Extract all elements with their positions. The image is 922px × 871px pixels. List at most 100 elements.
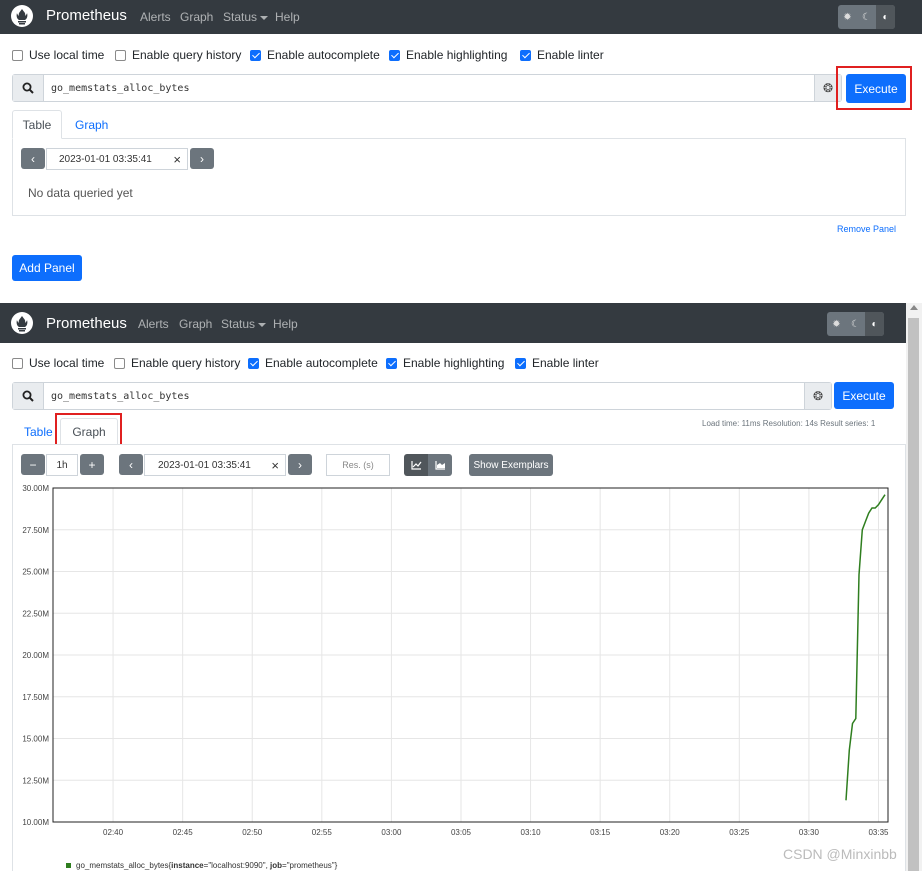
nav-alerts[interactable]: Alerts xyxy=(138,317,169,331)
x-tick-label: 03:15 xyxy=(590,828,611,837)
enable-autocomplete-checkbox[interactable]: Enable autocomplete xyxy=(250,48,380,62)
legend-metric: go_memstats_alloc_bytes{ xyxy=(76,861,172,870)
legend-suffix: } xyxy=(334,861,338,870)
checkbox-label: Enable query history xyxy=(132,48,242,62)
clear-icon[interactable]: × xyxy=(173,152,181,167)
execute-button[interactable]: Execute xyxy=(834,382,894,409)
checkbox-box[interactable] xyxy=(248,357,259,369)
brand-title[interactable]: Prometheus xyxy=(46,315,127,332)
sun-icon[interactable]: ✹ xyxy=(838,5,857,29)
expression-input-group: go_memstats_alloc_bytes ❂ xyxy=(12,382,832,410)
use-local-time-checkbox[interactable]: Use local time xyxy=(12,48,104,62)
nav-status[interactable]: Status xyxy=(223,10,269,24)
next-time-button[interactable]: › xyxy=(190,148,214,169)
range-input[interactable]: 1h xyxy=(46,454,78,476)
tab-table[interactable]: Table xyxy=(24,425,53,439)
contrast-icon[interactable]: ◐ xyxy=(876,5,895,29)
nav-graph[interactable]: Graph xyxy=(180,10,213,24)
plus-icon: + xyxy=(88,457,96,472)
checkbox-label: Use local time xyxy=(29,356,105,370)
checkbox-box[interactable] xyxy=(389,49,400,61)
checkbox-box[interactable] xyxy=(520,49,531,61)
x-tick-label: 03:35 xyxy=(868,828,889,837)
x-tick-label: 03:30 xyxy=(799,828,820,837)
no-data-message: No data queried yet xyxy=(28,186,133,200)
next-time-button[interactable]: › xyxy=(288,454,312,475)
y-tick-label: 20.00M xyxy=(22,651,49,660)
enable-autocomplete-checkbox[interactable]: Enable autocomplete xyxy=(248,356,378,370)
search-icon xyxy=(13,75,44,101)
y-tick-label: 22.50M xyxy=(22,609,49,618)
enable-linter-checkbox[interactable]: Enable linter xyxy=(520,48,604,62)
decrease-range-button[interactable]: − xyxy=(21,454,45,475)
checkbox-box[interactable] xyxy=(114,357,125,369)
checkbox-box[interactable] xyxy=(115,49,126,61)
checkbox-label: Enable highlighting xyxy=(403,356,505,370)
prometheus-logo-icon[interactable] xyxy=(11,5,33,27)
moon-icon[interactable]: ☾ xyxy=(857,5,876,29)
moon-icon[interactable]: ☾ xyxy=(846,312,865,336)
series-line[interactable] xyxy=(845,494,886,801)
nav-help[interactable]: Help xyxy=(275,10,300,24)
nav-alerts[interactable]: Alerts xyxy=(140,10,171,24)
y-tick-label: 30.00M xyxy=(22,484,49,493)
expression-input[interactable]: go_memstats_alloc_bytes xyxy=(51,83,189,94)
theme-toggle-group: ✹ ☾ ◐ xyxy=(838,5,895,29)
increase-range-button[interactable]: + xyxy=(80,454,104,475)
datetime-value: 2023-01-01 03:35:41 xyxy=(59,153,152,165)
checkbox-box[interactable] xyxy=(515,357,526,369)
use-local-time-checkbox[interactable]: Use local time xyxy=(12,356,104,370)
resolution-input[interactable]: Res. (s) xyxy=(326,454,390,476)
remove-panel-link[interactable]: Remove Panel xyxy=(837,224,896,234)
range-value: 1h xyxy=(56,459,68,471)
highlight-box xyxy=(836,66,912,110)
x-tick-label: 03:10 xyxy=(521,828,542,837)
line-chart-icon[interactable] xyxy=(404,454,428,476)
y-tick-label: 17.50M xyxy=(22,693,49,702)
enable-highlighting-checkbox[interactable]: Enable highlighting xyxy=(389,48,507,62)
nav-status-label: Status xyxy=(223,10,258,24)
clear-icon[interactable]: × xyxy=(271,458,279,473)
checkbox-box[interactable] xyxy=(12,357,23,369)
metrics-explorer-icon[interactable]: ❂ xyxy=(804,383,831,409)
nav-help[interactable]: Help xyxy=(273,317,298,331)
x-tick-label: 03:00 xyxy=(381,828,402,837)
legend-label-key: job xyxy=(270,861,283,870)
tab-table[interactable]: Table xyxy=(12,110,62,139)
legend-label-key: instance xyxy=(171,861,204,870)
query-stats: Load time: 11ms Resolution: 14s Result s… xyxy=(702,419,876,428)
datetime-input[interactable]: 2023-01-01 03:35:41 × xyxy=(46,148,188,170)
enable-query-history-checkbox[interactable]: Enable query history xyxy=(114,356,240,370)
chevron-down-icon xyxy=(258,322,267,327)
prometheus-logo-icon[interactable] xyxy=(11,312,33,334)
sun-icon[interactable]: ✹ xyxy=(827,312,846,336)
x-tick-label: 02:45 xyxy=(173,828,194,837)
graph-chart[interactable]: 10.00M 12.50M 15.00M 17.50M 20.00M 22.50M 25.0… xyxy=(12,480,906,845)
scrollbar-thumb[interactable] xyxy=(908,318,919,871)
scroll-up-icon[interactable] xyxy=(910,305,918,310)
checkbox-label: Enable query history xyxy=(131,356,241,370)
legend-item[interactable]: go_memstats_alloc_bytes{instance = "localh… xyxy=(66,861,337,870)
nav-status[interactable]: Status xyxy=(221,317,267,331)
chart-type-toggle xyxy=(404,454,452,476)
datetime-input[interactable]: 2023-01-01 03:35:41 × xyxy=(144,454,286,476)
stacked-chart-icon[interactable] xyxy=(428,454,452,476)
prev-time-button[interactable]: ‹ xyxy=(21,148,45,169)
enable-highlighting-checkbox[interactable]: Enable highlighting xyxy=(386,356,504,370)
contrast-icon[interactable]: ◐ xyxy=(865,312,884,336)
prev-time-button[interactable]: ‹ xyxy=(119,454,143,475)
brand-title[interactable]: Prometheus xyxy=(46,7,127,24)
enable-query-history-checkbox[interactable]: Enable query history xyxy=(115,48,241,62)
nav-status-label: Status xyxy=(221,317,256,331)
enable-linter-checkbox[interactable]: Enable linter xyxy=(515,356,599,370)
expression-input[interactable]: go_memstats_alloc_bytes xyxy=(51,391,189,402)
tab-graph[interactable]: Graph xyxy=(75,118,108,132)
chevron-down-icon xyxy=(260,15,269,20)
nav-graph[interactable]: Graph xyxy=(179,317,212,331)
navbar-bottom: Prometheus Alerts Graph Status Help ✹ ☾ … xyxy=(0,303,906,343)
add-panel-button[interactable]: Add Panel xyxy=(12,255,82,281)
checkbox-box[interactable] xyxy=(386,357,397,369)
checkbox-box[interactable] xyxy=(12,49,23,61)
checkbox-box[interactable] xyxy=(250,49,261,61)
show-exemplars-button[interactable]: Show Exemplars xyxy=(469,454,553,476)
